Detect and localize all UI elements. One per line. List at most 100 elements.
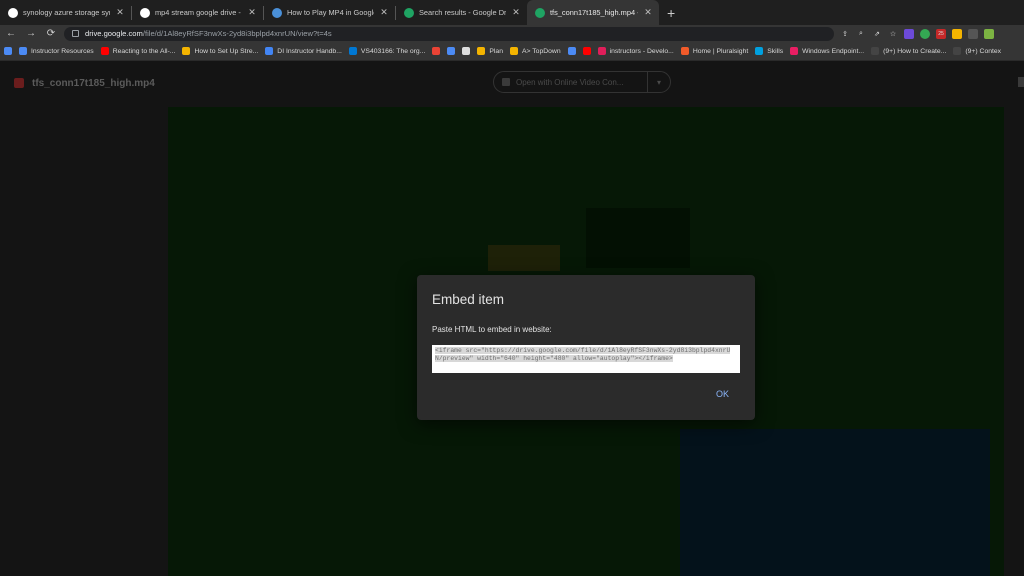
browser-tab[interactable]: synology azure storage sync - Go ✕ — [0, 0, 131, 25]
bookmark-item[interactable]: Instructor Resources — [19, 47, 94, 55]
bookmark-item[interactable]: Skills — [755, 47, 783, 55]
zoom-icon[interactable]: ⌕ — [856, 29, 866, 39]
video-frame-region — [488, 245, 560, 271]
bookmark-label: Plan — [489, 47, 503, 55]
site-icon — [272, 7, 282, 18]
grammarly-icon[interactable] — [920, 28, 930, 39]
miro-extension-icon[interactable] — [952, 28, 962, 39]
bookmark-favicon-icon — [348, 47, 357, 55]
bookmark-label: Reacting to the All-... — [112, 47, 176, 55]
bookmark-favicon-icon — [953, 47, 962, 55]
bookmark-label: (9+) How to Create... — [883, 47, 947, 55]
reload-button[interactable]: ⟳ — [44, 28, 58, 39]
bookmark-item[interactable]: Reacting to the All-... — [100, 47, 176, 55]
dialog-label: Paste HTML to embed in website: — [432, 325, 552, 334]
bookmark-item[interactable] — [432, 47, 441, 55]
bookmark-item[interactable]: Plan — [477, 47, 503, 55]
bookmark-item[interactable]: How to Set Up Stre... — [182, 47, 258, 55]
bookmark-favicon-icon — [19, 47, 27, 55]
video-frame-region — [680, 429, 990, 576]
video-file-icon — [14, 78, 24, 88]
tab-title: mp4 stream google drive - Goog — [155, 8, 242, 17]
bookmark-item[interactable]: (9+) Contex — [953, 47, 1001, 55]
drive-icon — [404, 7, 414, 18]
bookmark-favicon-icon — [597, 47, 606, 55]
calendar-extension-icon[interactable]: 25 — [936, 28, 946, 39]
browser-toolbar: ← → ⟳ drive.google.com/file/d/1Al8eyRfSF… — [0, 25, 1024, 42]
bookmark-favicon-icon — [790, 47, 799, 55]
file-title: tfs_conn17t185_high.mp4 — [32, 77, 155, 89]
bookmarks-bar: Instructor Resources Reacting to the All-… — [0, 42, 1024, 61]
bookmark-item[interactable]: VS403166: The org... — [348, 47, 426, 55]
new-tab-button[interactable]: + — [659, 0, 683, 25]
close-icon[interactable]: ✕ — [643, 7, 653, 18]
bookmark-item[interactable]: DI Instructor Handb... — [265, 47, 342, 55]
ok-button[interactable]: OK — [716, 389, 729, 399]
browser-tab[interactable]: Search results - Google Drive ✕ — [396, 0, 527, 25]
browser-tab[interactable]: How to Play MP4 in Google Drive ✕ — [264, 0, 395, 25]
bookmark-item[interactable] — [447, 47, 456, 55]
bookmark-favicon-icon — [871, 47, 880, 55]
bookmark-label: Home | Pluralsight — [692, 47, 749, 55]
back-button[interactable]: ← — [4, 28, 18, 39]
bookmark-label: Skills — [767, 47, 784, 55]
bookmark-favicon-icon — [582, 47, 591, 55]
bookmark-favicon-icon — [462, 47, 471, 55]
bookmark-item[interactable] — [4, 47, 12, 55]
close-icon[interactable]: ✕ — [379, 7, 389, 18]
video-frame-region — [586, 208, 690, 268]
bookmark-item[interactable] — [582, 47, 591, 55]
app-icon — [502, 78, 510, 86]
url-host: drive.google.com — [85, 29, 143, 38]
bookmark-favicon-icon — [4, 47, 12, 55]
close-icon[interactable]: ✕ — [115, 7, 125, 18]
embed-code-field[interactable]: <iframe src="https://drive.google.com/fi… — [432, 345, 740, 373]
profile-icon[interactable] — [984, 28, 994, 39]
install-icon[interactable]: ⇗ — [872, 29, 882, 39]
bookmark-label: VS403166: The org... — [360, 47, 426, 55]
bookmark-favicon-icon — [447, 47, 456, 55]
bookmark-label: Windows Endpoint... — [802, 47, 865, 55]
forward-button[interactable]: → — [24, 28, 38, 39]
bookmark-item[interactable]: Home | Pluralsight — [680, 47, 749, 55]
tab-title: tfs_conn17t185_high.mp4 - Goog — [550, 8, 638, 17]
open-with-button[interactable]: Open with Online Video Con... ▾ — [493, 71, 671, 93]
star-icon[interactable]: ☆ — [888, 29, 898, 39]
tab-title: How to Play MP4 in Google Drive — [287, 8, 374, 17]
bookmark-item[interactable] — [567, 47, 576, 55]
bookmark-label: DI Instructor Handb... — [277, 47, 342, 55]
embed-code-text[interactable]: <iframe src="https://drive.google.com/fi… — [435, 347, 731, 362]
bookmark-item[interactable]: instructors - Develo... — [597, 47, 674, 55]
tab-title: Search results - Google Drive — [419, 8, 506, 17]
bookmark-favicon-icon — [755, 47, 764, 55]
chevron-down-icon[interactable]: ▾ — [648, 78, 670, 87]
close-icon[interactable]: ✕ — [247, 7, 257, 18]
url-path: /file/d/1Al8eyRfSF3nwXs-2yd8i3bplpd4xnrU… — [142, 29, 332, 38]
bookmark-favicon-icon — [182, 47, 191, 55]
bookmark-label: Instructor Resources — [31, 47, 94, 55]
bookmark-label: How to Set Up Stre... — [194, 47, 259, 55]
more-icon[interactable] — [1018, 77, 1024, 87]
dialog-title: Embed item — [432, 292, 505, 307]
bookmark-item[interactable] — [462, 47, 471, 55]
drive-icon — [535, 7, 545, 18]
browser-tab[interactable]: mp4 stream google drive - Goog ✕ — [132, 0, 263, 25]
bookmark-favicon-icon — [100, 47, 109, 55]
bookmark-item[interactable]: Windows Endpoint... — [790, 47, 864, 55]
close-icon[interactable]: ✕ — [511, 7, 521, 18]
bookmark-favicon-icon — [477, 47, 486, 55]
bookmark-label: instructors - Develo... — [609, 47, 674, 55]
bookmark-item[interactable]: A> TopDown — [510, 47, 561, 55]
bookmark-item[interactable]: (9+) How to Create... — [871, 47, 946, 55]
share-icon[interactable]: ⇪ — [840, 29, 850, 39]
open-with-label: Open with Online Video Con... — [516, 77, 624, 87]
bookmark-label: A> TopDown — [522, 47, 561, 55]
puzzle-icon[interactable] — [968, 28, 978, 39]
bookmark-favicon-icon — [510, 47, 518, 55]
browser-tab[interactable]: tfs_conn17t185_high.mp4 - Goog ✕ — [527, 0, 659, 25]
tab-strip: synology azure storage sync - Go✕mp4 str… — [0, 0, 1024, 25]
address-bar[interactable]: drive.google.com/file/d/1Al8eyRfSF3nwXs-… — [64, 26, 834, 41]
lock-icon — [72, 30, 79, 37]
tab-title: synology azure storage sync - Go — [23, 8, 110, 17]
extension-icon[interactable] — [904, 28, 914, 39]
